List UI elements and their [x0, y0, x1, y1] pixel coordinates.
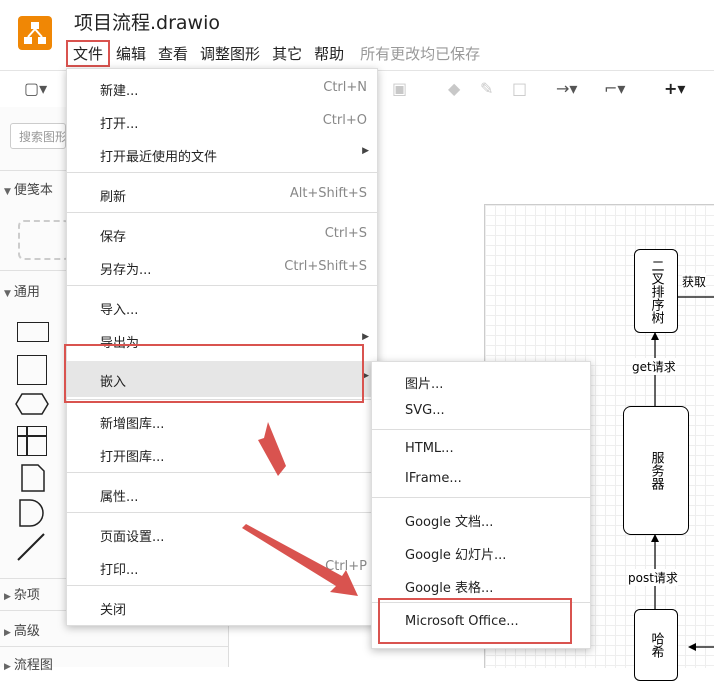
- scratchpad-dropzone[interactable]: [18, 220, 70, 260]
- section-flowchart[interactable]: ▶ 流程图: [4, 654, 53, 673]
- annotation-arrows: [242, 422, 358, 596]
- submenu-item-html[interactable]: HTML...: [372, 434, 590, 464]
- panel-layout-icon[interactable]: ▢▾: [24, 79, 47, 98]
- container-shape[interactable]: [17, 426, 47, 456]
- shadow-icon[interactable]: □: [512, 79, 527, 98]
- caret-right-icon: ▶: [4, 592, 11, 602]
- connection-arrow-icon[interactable]: →▾: [556, 79, 577, 98]
- menu-item-open[interactable]: 打开... Ctrl+O: [67, 106, 377, 136]
- menu-file[interactable]: 文件: [66, 39, 111, 67]
- menu-item-synchronize[interactable]: 刷新 Alt+Shift+S: [67, 179, 377, 209]
- delay-shape[interactable]: [18, 498, 46, 532]
- highlight-box: [378, 598, 572, 644]
- diagram-node[interactable]: 二叉排序树: [634, 249, 678, 333]
- menu-help[interactable]: 帮助: [308, 43, 350, 64]
- menu-item-import[interactable]: 导入...: [67, 292, 377, 322]
- menu-item-save[interactable]: 保存 Ctrl+S: [67, 219, 377, 249]
- caret-right-icon: ▶: [4, 628, 11, 638]
- to-front-icon[interactable]: ▣: [392, 79, 407, 98]
- submenu-item-google-sheets[interactable]: Google 表格...: [372, 570, 590, 600]
- document-title[interactable]: 项目流程.drawio: [74, 8, 220, 35]
- edge-label[interactable]: post请求: [628, 569, 678, 586]
- section-label: 高级: [13, 624, 40, 639]
- square-shape[interactable]: [17, 355, 47, 385]
- submenu-arrow-icon: ▶: [362, 332, 369, 342]
- line-shape[interactable]: [16, 532, 48, 566]
- edge-label[interactable]: 获取: [682, 273, 707, 290]
- submenu-arrow-icon: ▶: [362, 146, 369, 156]
- caret-down-icon: ▼: [4, 289, 11, 299]
- caret-right-icon: ▶: [4, 662, 11, 672]
- caret-down-icon: ▼: [4, 187, 11, 197]
- edge-label[interactable]: get请求: [632, 358, 676, 375]
- menu-extras[interactable]: 其它: [266, 43, 308, 64]
- menu-item-new[interactable]: 新建... Ctrl+N: [67, 73, 377, 103]
- section-scratchpad[interactable]: ▼ 便笺本: [4, 179, 53, 198]
- menubar: 文件 编辑 查看 调整图形 其它 帮助 所有更改均已保存: [66, 39, 481, 67]
- section-advanced[interactable]: ▶ 高级: [4, 620, 40, 639]
- menu-item-save-as[interactable]: 另存为... Ctrl+Shift+S: [67, 252, 377, 282]
- submenu-item-svg[interactable]: SVG...: [372, 396, 590, 426]
- menu-arrange[interactable]: 调整图形: [194, 43, 266, 64]
- line-color-icon[interactable]: ✎: [480, 79, 493, 98]
- search-shapes-input[interactable]: 搜索图形: [10, 123, 66, 149]
- insert-plus-icon[interactable]: +▾: [664, 79, 685, 98]
- diagram-node[interactable]: 哈希: [634, 609, 678, 681]
- rectangle-shape[interactable]: [17, 322, 49, 342]
- diagram-node[interactable]: 服务器: [623, 406, 689, 535]
- hexagon-shape[interactable]: [14, 392, 50, 420]
- highlight-box: [64, 344, 364, 403]
- document-shape[interactable]: [20, 463, 46, 497]
- submenu-item-google-slides[interactable]: Google 幻灯片...: [372, 537, 590, 567]
- section-misc[interactable]: ▶ 杂项: [4, 584, 40, 603]
- submenu-item-google-docs[interactable]: Google 文档...: [372, 504, 590, 534]
- section-label: 通用: [13, 285, 40, 300]
- submenu-item-iframe[interactable]: IFrame...: [372, 464, 590, 494]
- menu-view[interactable]: 查看: [152, 43, 194, 64]
- fill-color-icon[interactable]: ◆: [448, 79, 460, 98]
- section-label: 便笺本: [13, 183, 53, 198]
- section-general[interactable]: ▼ 通用: [4, 281, 40, 300]
- save-status: 所有更改均已保存: [360, 44, 481, 63]
- waypoint-icon[interactable]: ⌐▾: [604, 79, 625, 98]
- section-label: 杂项: [13, 588, 40, 603]
- drawio-logo-icon: [18, 16, 52, 50]
- menu-edit[interactable]: 编辑: [110, 43, 152, 64]
- menu-item-open-recent[interactable]: 打开最近使用的文件 ▶: [67, 139, 377, 169]
- submenu-item-image[interactable]: 图片...: [372, 366, 590, 396]
- section-label: 流程图: [13, 658, 53, 673]
